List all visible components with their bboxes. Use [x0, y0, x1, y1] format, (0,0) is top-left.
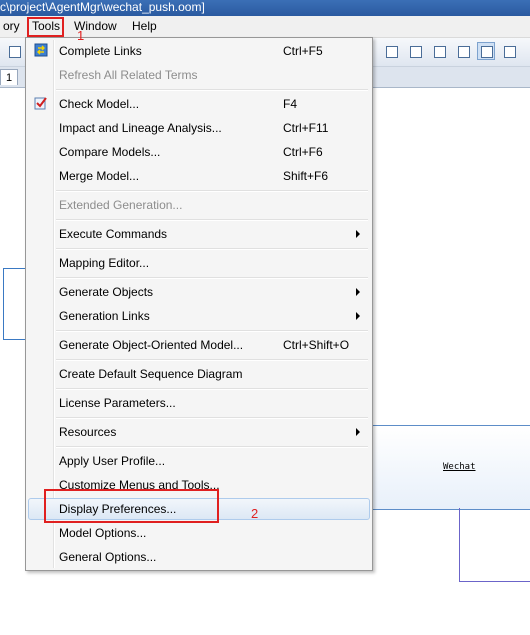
- menu-separator: [56, 446, 368, 448]
- menu-item-refresh-related-terms: Refresh All Related Terms: [59, 68, 198, 82]
- wechat-class-label: Wechat: [443, 462, 476, 472]
- menu-item-execute-commands[interactable]: Execute Commands: [28, 223, 370, 245]
- menu-item-extended-generation: Extended Generation...: [59, 198, 183, 212]
- menu-separator: [56, 89, 368, 91]
- menu-item-model-options[interactable]: Model Options...: [28, 522, 370, 544]
- window-title: c\project\AgentMgr\wechat_push.oom]: [0, 0, 205, 14]
- submenu-arrow-icon: [356, 312, 360, 320]
- complete-links-icon: [34, 43, 48, 57]
- menu-item-apply-user-profile[interactable]: Apply User Profile...: [28, 450, 370, 472]
- menu-item-generate-objects[interactable]: Generate Objects: [28, 281, 370, 303]
- toolbar-tile-icon[interactable]: [430, 42, 448, 60]
- toolbar-page-icon[interactable]: [382, 42, 400, 60]
- menu-separator: [56, 219, 368, 221]
- submenu-arrow-icon: [356, 428, 360, 436]
- menu-item-impact-lineage[interactable]: Impact and Lineage Analysis... Ctrl+F11: [28, 117, 370, 139]
- menu-separator: [56, 359, 368, 361]
- menu-repository[interactable]: ory: [0, 19, 23, 34]
- menu-item-merge-model[interactable]: Merge Model... Shift+F6: [28, 165, 370, 187]
- menu-separator: [56, 248, 368, 250]
- toolbar-output-icon[interactable]: [500, 42, 518, 60]
- annotation-box-display-preferences: [44, 489, 219, 523]
- menu-item-general-options[interactable]: General Options...: [28, 546, 370, 568]
- menu-item-generate-oom[interactable]: Generate Object-Oriented Model... Ctrl+S…: [28, 334, 370, 356]
- annotation-step-1: 1: [77, 28, 85, 43]
- menu-item-compare-models[interactable]: Compare Models... Ctrl+F6: [28, 141, 370, 163]
- menu-separator: [56, 388, 368, 390]
- menu-separator: [56, 417, 368, 419]
- menu-item-license-parameters[interactable]: License Parameters...: [28, 392, 370, 414]
- toolbar-save-icon[interactable]: [5, 42, 23, 60]
- menu-item-complete-links[interactable]: Complete Links Ctrl+F5: [28, 40, 370, 62]
- menu-item-mapping-editor[interactable]: Mapping Editor...: [28, 252, 370, 274]
- check-model-icon: [34, 97, 47, 110]
- diagram-tab[interactable]: 1: [0, 69, 18, 85]
- menu-separator: [56, 277, 368, 279]
- toolbar-list-icon[interactable]: [406, 42, 424, 60]
- menu-item-create-sequence-diagram[interactable]: Create Default Sequence Diagram: [28, 363, 370, 385]
- submenu-arrow-icon: [356, 288, 360, 296]
- menu-item-generation-links[interactable]: Generation Links: [28, 305, 370, 327]
- toolbar-grid-icon[interactable]: [454, 42, 472, 60]
- diagram-link[interactable]: [459, 508, 530, 582]
- annotation-step-2: 2: [251, 506, 259, 521]
- menu-item-check-model[interactable]: Check Model... F4: [28, 93, 370, 115]
- menu-separator: [56, 330, 368, 332]
- menu-item-resources[interactable]: Resources: [28, 421, 370, 443]
- annotation-box-tools: [27, 17, 64, 37]
- menu-separator: [56, 190, 368, 192]
- menu-help[interactable]: Help: [129, 19, 160, 34]
- submenu-arrow-icon: [356, 230, 360, 238]
- window-title-bar: c\project\AgentMgr\wechat_push.oom]: [0, 0, 530, 16]
- toolbar-browser-icon[interactable]: [477, 42, 495, 60]
